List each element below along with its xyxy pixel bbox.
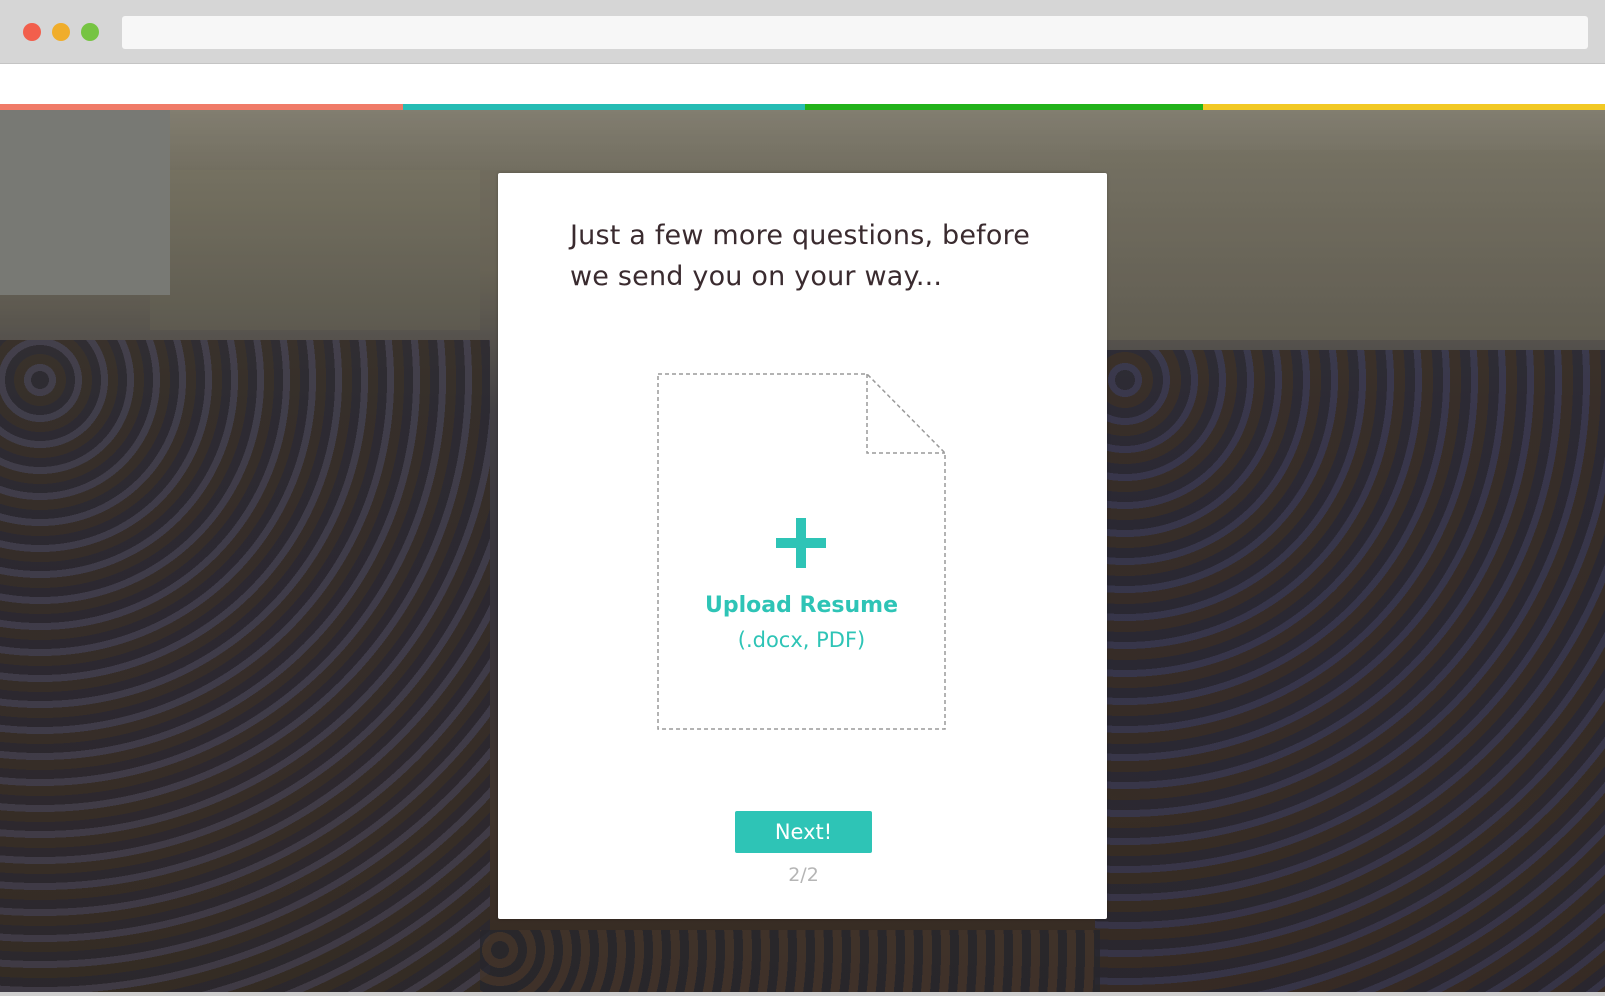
modal-heading: Just a few more questions, before we sen…: [570, 220, 1031, 292]
question-modal: Just a few more questions, before we sen…: [498, 173, 1107, 919]
upload-formats-label: (.docx, PDF): [737, 628, 866, 652]
address-bar[interactable]: [122, 16, 1588, 49]
top-bar: [0, 64, 1605, 104]
upload-resume-dropzone[interactable]: Upload Resume (.docx, PDF): [657, 373, 946, 730]
close-window-button[interactable]: [23, 23, 41, 41]
maximize-window-button[interactable]: [81, 23, 99, 41]
browser-chrome: [0, 0, 1605, 64]
plus-icon: [776, 518, 826, 568]
minimize-window-button[interactable]: [52, 23, 70, 41]
next-button[interactable]: Next!: [735, 811, 872, 853]
upload-resume-label: Upload Resume: [705, 593, 898, 618]
step-indicator: 2/2: [788, 864, 819, 886]
